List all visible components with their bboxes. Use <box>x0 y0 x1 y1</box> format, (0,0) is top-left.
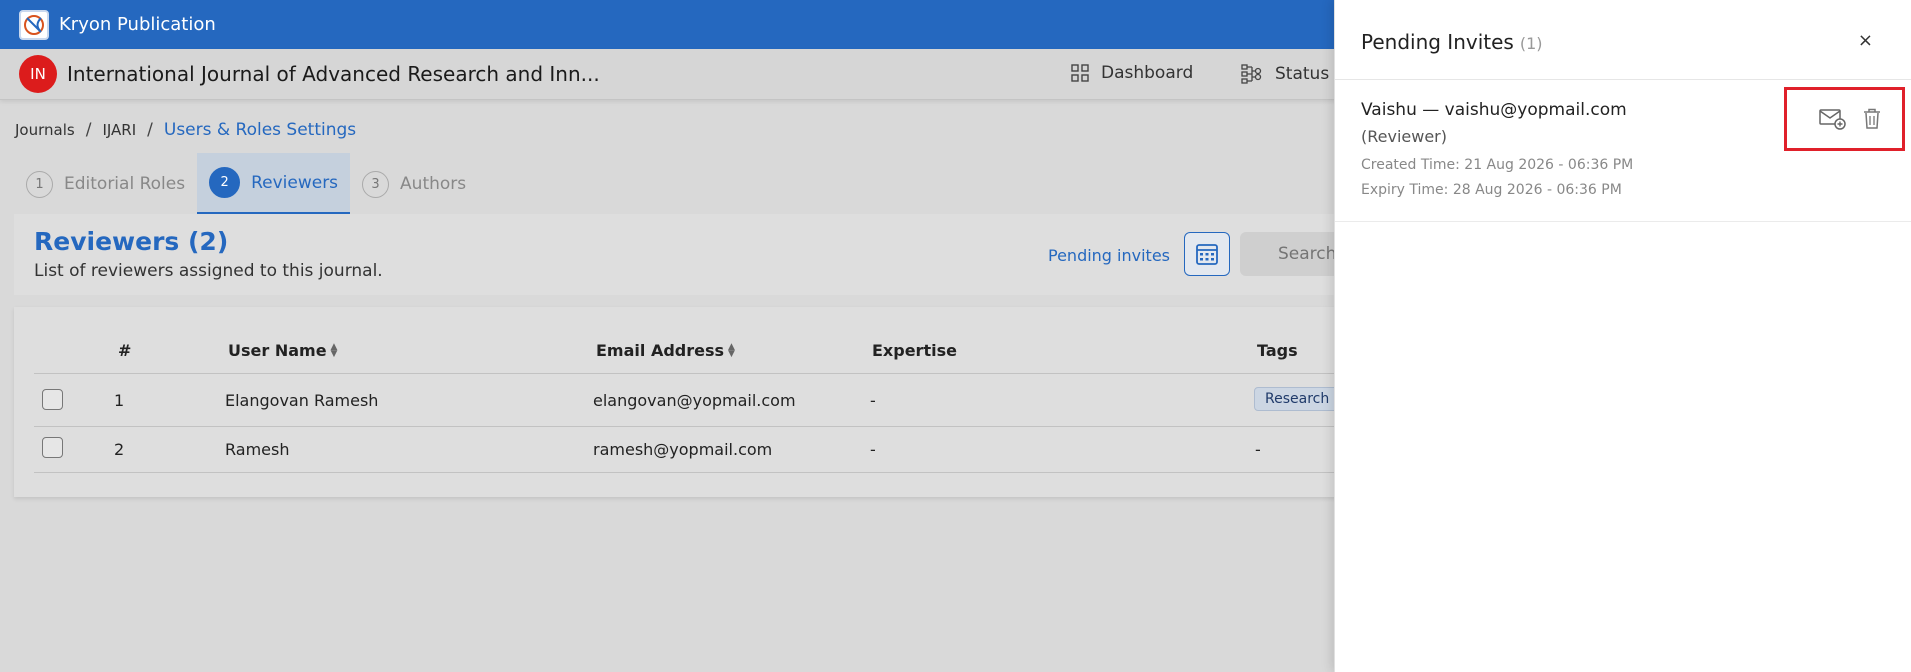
calendar-icon <box>1196 244 1218 265</box>
status-link[interactable]: Status B <box>1241 63 1346 85</box>
breadcrumb-journals[interactable]: Journals <box>15 121 75 139</box>
trash-icon[interactable] <box>1862 107 1882 135</box>
row-divider <box>34 426 1354 427</box>
panel-header: Pending Invites (1) × <box>1335 0 1911 80</box>
column-header-label: Email Address <box>596 341 725 360</box>
dashboard-link[interactable]: Dashboard <box>1071 63 1193 83</box>
column-header-username[interactable]: User Name ▲ ▼ <box>228 341 337 360</box>
invite-actions-highlight <box>1784 87 1905 151</box>
tab-number: 3 <box>362 170 390 198</box>
close-icon[interactable]: × <box>1858 30 1873 51</box>
tab-number: 2 <box>209 167 241 198</box>
row-number: 1 <box>114 391 125 410</box>
row-checkbox[interactable] <box>42 437 63 458</box>
kryon-logo-icon[interactable] <box>19 9 49 40</box>
tab-authors[interactable]: 3 Authors <box>350 153 478 215</box>
panel-title-text: Pending Invites <box>1361 30 1514 54</box>
panel-count: (1) <box>1519 34 1543 53</box>
resend-mail-icon[interactable] <box>1819 107 1847 135</box>
app-name[interactable]: Kryon Publication <box>59 14 216 35</box>
sort-icon[interactable]: ▲ ▼ <box>331 342 338 358</box>
row-expertise: - <box>870 440 876 459</box>
pending-invites-link[interactable]: Pending invites <box>1048 246 1170 265</box>
breadcrumb: Journals / IJARI / Users & Roles Setting… <box>15 120 356 140</box>
column-header-email[interactable]: Email Address ▲ ▼ <box>596 341 735 360</box>
row-username: Elangovan Ramesh <box>225 391 379 410</box>
row-expertise: - <box>870 391 876 410</box>
row-username: Ramesh <box>225 440 290 459</box>
calendar-button[interactable] <box>1184 232 1230 276</box>
tab-number: 1 <box>26 170 53 198</box>
row-tag-badge: Research <box>1254 387 1341 411</box>
tab-label: Editorial Roles <box>64 174 186 194</box>
row-tag: - <box>1255 440 1261 459</box>
row-divider <box>34 472 1354 473</box>
workflow-icon <box>1241 64 1262 84</box>
reviewers-subtitle: List of reviewers assigned to this journ… <box>34 261 383 281</box>
grid-icon <box>1071 64 1089 82</box>
reviewers-title: Reviewers (2) <box>34 227 229 256</box>
invite-role: (Reviewer) <box>1361 127 1447 146</box>
column-header-number: # <box>118 341 132 360</box>
invite-name: Vaishu — vaishu@yopmail.com <box>1361 100 1627 120</box>
row-checkbox[interactable] <box>42 389 63 410</box>
breadcrumb-current: Users & Roles Settings <box>163 120 357 140</box>
breadcrumb-journal-code[interactable]: IJARI <box>102 121 136 139</box>
invite-expiry-time: Expiry Time: 28 Aug 2026 - 06:36 PM <box>1361 182 1622 198</box>
pending-invites-panel: Pending Invites (1) × Vaishu — vaishu@yop… <box>1334 0 1911 672</box>
role-tabs: 1 Editorial Roles 2 Reviewers 3 Authors <box>14 153 478 215</box>
column-header-label: User Name <box>228 341 327 360</box>
tab-label: Authors <box>400 174 467 194</box>
journal-avatar[interactable]: IN <box>19 55 57 93</box>
tab-reviewers[interactable]: 2 Reviewers <box>197 153 351 215</box>
row-number: 2 <box>114 440 125 459</box>
column-header-expertise: Expertise <box>872 341 957 360</box>
invite-created-time: Created Time: 21 Aug 2026 - 06:36 PM <box>1361 157 1634 173</box>
journal-title: International Journal of Advanced Resear… <box>67 62 600 86</box>
column-header-tags: Tags <box>1257 341 1298 360</box>
invite-item: Vaishu — vaishu@yopmail.com (Reviewer) C… <box>1335 80 1911 222</box>
dashboard-label: Dashboard <box>1101 63 1194 83</box>
row-email: elangovan@yopmail.com <box>593 391 796 410</box>
reviewers-table: # User Name ▲ ▼ Email Address ▲ ▼ Expertis… <box>14 307 1354 497</box>
reviewers-header-card: Reviewers (2) List of reviewers assigned… <box>14 214 1354 295</box>
row-email: ramesh@yopmail.com <box>593 440 773 459</box>
tab-label: Reviewers <box>251 172 339 193</box>
breadcrumb-separator: / <box>147 120 153 140</box>
tab-editorial-roles[interactable]: 1 Editorial Roles <box>14 153 197 215</box>
breadcrumb-separator: / <box>85 120 92 140</box>
sort-icon[interactable]: ▲ ▼ <box>728 342 735 358</box>
panel-title: Pending Invites (1) <box>1361 30 1543 54</box>
header-divider <box>34 373 1354 374</box>
